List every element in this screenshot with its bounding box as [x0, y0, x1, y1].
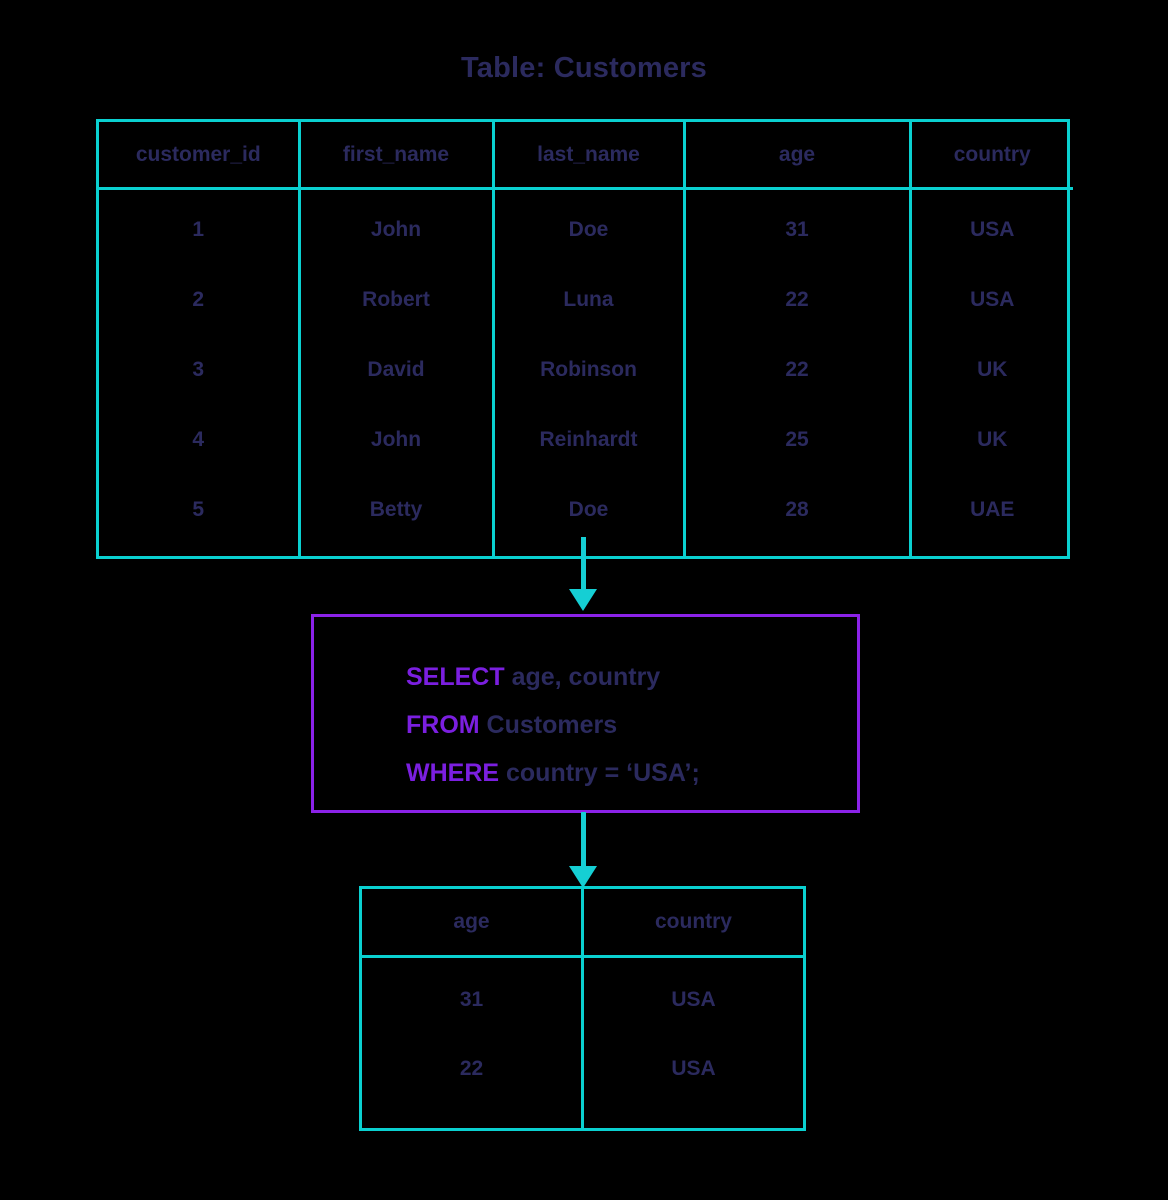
table-header-row: age country: [362, 889, 803, 958]
cell-age: 22: [362, 1034, 584, 1128]
cell-age: 25: [684, 405, 912, 475]
page-title: Table: Customers: [461, 52, 707, 84]
arrow-down-icon: [563, 537, 603, 613]
cell-country: USA: [970, 218, 1015, 241]
query-result-table: age country 31 USA 22 USA: [362, 889, 803, 1128]
cell-customer-id: 5: [99, 475, 301, 556]
cell-last-name: Robinson: [493, 335, 686, 405]
sql-keyword-select: SELECT: [406, 663, 505, 691]
customers-table: customer_id first_name last_name age cou…: [99, 122, 1073, 556]
cell-customer-id: 2: [99, 265, 301, 335]
column-header-country: country: [582, 889, 803, 958]
cell-last-name: Luna: [493, 265, 686, 335]
column-header-age: age: [362, 889, 584, 958]
cell-country: USA: [671, 987, 716, 1011]
cell-age: 31: [362, 956, 584, 1034]
cell-first-name: David: [299, 335, 495, 405]
sql-clause-where-condition: country = ‘USA’;: [499, 759, 700, 787]
sql-line-from: FROM Customers: [406, 701, 700, 749]
sql-clause-from-table: Customers: [479, 711, 618, 739]
column-header-country: country: [910, 122, 1073, 190]
column-header-age: age: [684, 122, 912, 190]
table-row: 3 David Robinson 22 UK: [99, 335, 1073, 405]
cell-first-name: John: [299, 188, 495, 265]
cell-age: 22: [684, 265, 912, 335]
sql-query-text: SELECT age, country FROM Customers WHERE…: [406, 653, 700, 797]
cell-age: 22: [684, 335, 912, 405]
sql-line-select: SELECT age, country: [406, 653, 700, 701]
table-row: 31 USA: [362, 956, 803, 1034]
cell-customer-id: 1: [99, 188, 301, 265]
arrow-down-icon: [563, 812, 603, 890]
sql-keyword-from: FROM: [406, 711, 480, 739]
result-table: age country 31 USA 22 USA: [359, 886, 806, 1131]
cell-last-name: Reinhardt: [493, 405, 686, 475]
sql-keyword-where: WHERE: [406, 759, 500, 787]
cell-customer-id: 4: [99, 405, 301, 475]
cell-age: 31: [684, 188, 912, 265]
cell-country: UK: [977, 428, 1008, 451]
sql-query-box: SELECT age, country FROM Customers WHERE…: [311, 614, 860, 813]
table-row: 22 USA: [362, 1034, 803, 1128]
source-table: customer_id first_name last_name age cou…: [96, 119, 1073, 559]
cell-country: UK: [977, 358, 1008, 381]
arrow-shaft: [581, 812, 586, 868]
column-header-first-name: first_name: [299, 122, 495, 190]
table-row: 2 Robert Luna 22 USA: [99, 265, 1073, 335]
diagram-canvas: Table: Customers customer_id first_name …: [0, 0, 1168, 1200]
arrow-head: [569, 589, 597, 611]
column-header-last-name: last_name: [493, 122, 686, 190]
cell-last-name: Doe: [493, 188, 686, 265]
table-header-row: customer_id first_name last_name age cou…: [99, 122, 1073, 190]
cell-country: USA: [970, 288, 1015, 311]
cell-customer-id: 3: [99, 335, 301, 405]
column-header-customer-id: customer_id: [99, 122, 301, 190]
table-row: 4 John Reinhardt 25 UK: [99, 405, 1073, 475]
sql-clause-select-columns: age, country: [504, 663, 661, 691]
cell-country: UAE: [970, 498, 1015, 521]
sql-line-where: WHERE country = ‘USA’;: [406, 749, 700, 797]
cell-age: 28: [684, 475, 912, 556]
cell-first-name: John: [299, 405, 495, 475]
table-row: 1 John Doe 31 USA: [99, 188, 1073, 265]
arrow-shaft: [581, 537, 586, 593]
cell-first-name: Robert: [299, 265, 495, 335]
arrow-head: [569, 866, 597, 888]
cell-first-name: Betty: [299, 475, 495, 556]
cell-country: USA: [671, 1056, 716, 1080]
